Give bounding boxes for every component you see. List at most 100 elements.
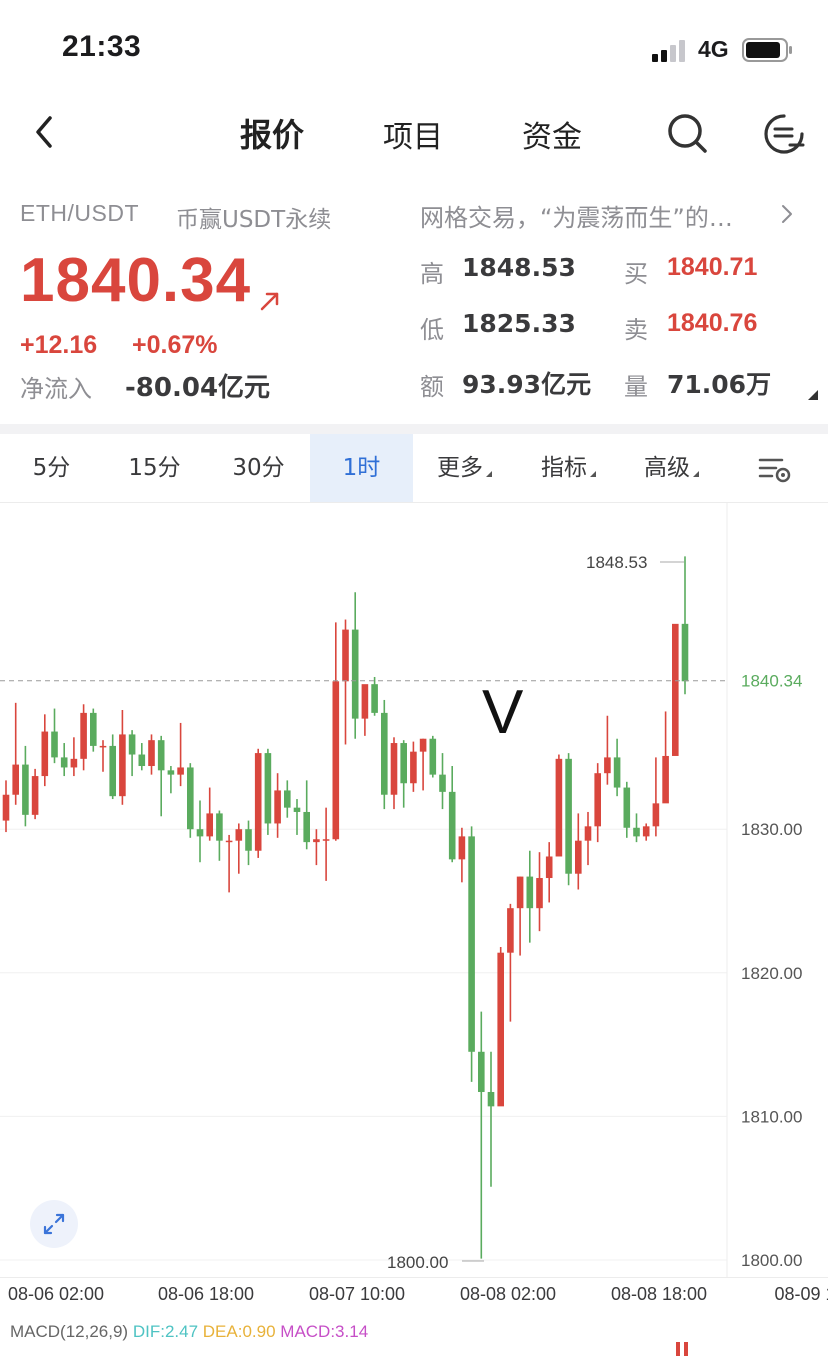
interval-tab[interactable]: 指标 — [517, 434, 620, 502]
interval-tab-label: 指标 — [541, 455, 587, 481]
candle-body — [148, 740, 155, 767]
candle-body — [51, 731, 58, 758]
candle-body — [458, 836, 466, 860]
last-price: 1840.34 — [20, 246, 252, 315]
macd-legend: MACD(12,26,9) DIF:2.47 DEA:0.90 MACD:3.1… — [10, 1322, 368, 1342]
x-axis-label: 08-08 02:00 — [459, 1284, 557, 1304]
high-label: 高 — [420, 260, 444, 288]
candle-body — [575, 840, 582, 874]
candle-body — [410, 751, 417, 784]
sell-value: 1840.76 — [667, 309, 758, 337]
candle-body — [351, 629, 359, 719]
chart-annotation: V — [482, 678, 524, 747]
candle-body — [187, 767, 194, 830]
candle-body — [594, 773, 601, 827]
candlestick-chart[interactable]: 1830.00 1820.00 1810.00 1800.00 1840.34 1848.… — [0, 503, 828, 1277]
candle-body — [274, 790, 281, 824]
interval-tabs: 5分 15分 30分 1时 更多 指标 高级 — [0, 434, 828, 503]
candle-body — [206, 813, 213, 837]
candle-body — [526, 876, 534, 909]
macd-bar — [676, 1342, 680, 1356]
expand-arrows-icon — [43, 1213, 65, 1235]
candle-body — [555, 758, 563, 857]
fullscreen-expand-button[interactable] — [30, 1200, 78, 1248]
x-axis-label: 08-06 02:00 — [7, 1284, 105, 1304]
x-axis-label: 08-07 10:00 — [308, 1284, 406, 1304]
expand-corner-icon[interactable] — [808, 390, 818, 400]
candle-body — [31, 776, 39, 815]
interval-tab-label: 高级 — [644, 455, 690, 481]
candle-body — [400, 743, 407, 784]
candle-body — [516, 876, 524, 909]
interval-tab[interactable]: 30分 — [207, 434, 310, 502]
candle-body — [2, 794, 10, 821]
network-type: 4G — [698, 36, 729, 62]
y-axis-label: 1810.00 — [741, 1107, 802, 1126]
candle-body — [381, 712, 388, 795]
tab-quote[interactable]: 报价 — [240, 110, 304, 156]
interval-tab[interactable]: 5分 — [0, 434, 103, 502]
candle-body — [235, 829, 243, 841]
dropdown-triangle-icon — [590, 471, 596, 477]
interval-tab-label: 更多 — [437, 455, 483, 481]
chevron-right-icon[interactable] — [780, 203, 794, 225]
candle-body — [448, 791, 456, 860]
candle-body — [90, 712, 97, 746]
interval-tab-label: 15分 — [128, 455, 181, 481]
interval-tab-label: 30分 — [232, 455, 285, 481]
y-axis-label: 1830.00 — [741, 820, 802, 839]
interval-tab[interactable]: 高级 — [620, 434, 723, 502]
volume-value: 71.06万 — [667, 370, 772, 399]
candle-body — [245, 829, 252, 851]
candle-body — [545, 856, 553, 879]
menu-icon[interactable] — [762, 112, 806, 156]
x-axis: 08-06 02:00 08-06 18:00 08-07 10:00 08-08 0… — [0, 1277, 828, 1314]
promo-link[interactable]: 网格交易，“为震荡而生”的… — [420, 198, 733, 233]
candle-body — [565, 758, 572, 874]
candle-body — [429, 738, 437, 775]
candle-body — [12, 764, 19, 795]
interval-tab[interactable]: 1时 — [310, 434, 413, 502]
candle-body — [80, 712, 87, 759]
dropdown-triangle-icon — [693, 471, 699, 477]
candle-body — [177, 767, 184, 775]
macd-value: MACD:3.14 — [280, 1322, 369, 1341]
candle-body — [681, 623, 689, 682]
candle-body — [390, 743, 398, 795]
interval-tab[interactable]: 更多 — [413, 434, 516, 502]
amount-value: 93.93亿元 — [462, 370, 592, 399]
trading-pair: ETH/USDT — [20, 200, 139, 226]
buy-label: 买 — [624, 260, 648, 288]
candle-body — [22, 764, 29, 815]
tab-project[interactable]: 项目 — [383, 112, 443, 156]
candle-body — [507, 908, 514, 953]
x-axis-label: 08-08 18:00 — [610, 1284, 708, 1304]
high-price-label: 1848.53 — [586, 553, 647, 572]
price-change: +12.16 — [20, 331, 98, 359]
status-time: 21:33 — [62, 30, 142, 63]
candle-body — [322, 839, 330, 841]
candle-body — [225, 840, 233, 843]
current-price-label: 1840.34 — [741, 672, 802, 691]
candle-body — [371, 684, 378, 713]
candle-body — [313, 839, 320, 843]
chart-settings-icon[interactable] — [758, 455, 792, 485]
candle-body — [293, 807, 301, 812]
candle-body — [70, 758, 78, 768]
y-axis-label: 1800.00 — [741, 1251, 802, 1270]
candle-body — [99, 745, 107, 748]
candle-body — [672, 623, 679, 756]
high-value: 1848.53 — [462, 253, 576, 282]
back-chevron-icon[interactable] — [30, 112, 60, 152]
interval-tab[interactable]: 15分 — [103, 434, 206, 502]
candle-body — [332, 681, 340, 840]
search-icon[interactable] — [666, 112, 708, 154]
low-price-label: 1800.00 — [387, 1253, 448, 1272]
tab-funds[interactable]: 资金 — [522, 112, 582, 156]
candle-body — [254, 753, 262, 851]
candle-body — [284, 790, 291, 808]
candle-body — [109, 745, 116, 797]
candle-body — [487, 1091, 495, 1107]
candle-body — [342, 629, 349, 682]
x-axis-label: 08-09 10 — [774, 1284, 828, 1304]
